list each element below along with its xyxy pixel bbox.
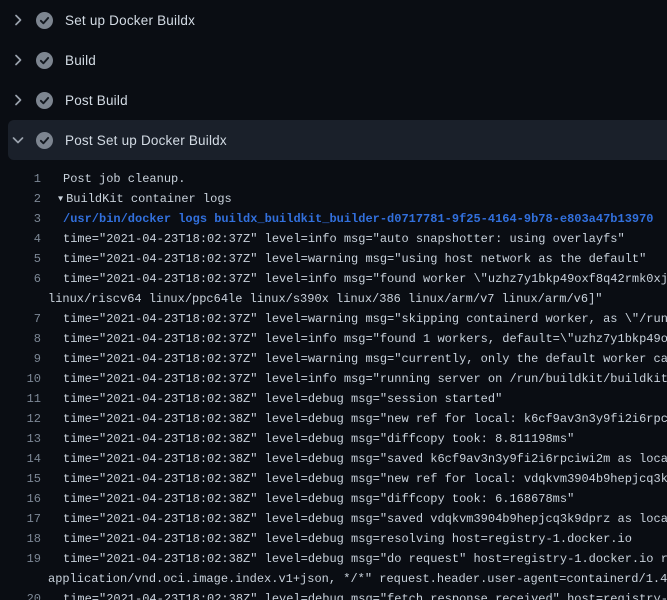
log-line-text: ▼time="2021-04-23T18:02:38Z" level=debug… [41,449,667,469]
log-line-number[interactable]: 17 [0,509,41,529]
log-line-text: ▼application/vnd.oci.image.index.v1+json… [41,569,667,589]
log-line-text: ▼time="2021-04-23T18:02:38Z" level=debug… [41,509,667,529]
chevron-down-icon [10,132,26,148]
log-output: 1 ▼Post job cleanup. 2 ▼BuildKit contain… [0,160,667,600]
step-title: Set up Docker Buildx [65,13,195,28]
log-line-number[interactable]: 14 [0,449,41,469]
log-line: 11 ▼time="2021-04-23T18:02:38Z" level=de… [0,389,667,409]
log-line: 19 ▼time="2021-04-23T18:02:38Z" level=de… [0,549,667,569]
log-line: ▼application/vnd.oci.image.index.v1+json… [0,569,667,589]
log-line-text: ▼/usr/bin/docker logs buildx_buildkit_bu… [41,209,667,229]
step-header[interactable]: Post Build [0,80,667,120]
log-line-number[interactable]: 16 [0,489,41,509]
log-line-number[interactable]: 13 [0,429,41,449]
group-collapse-icon[interactable]: ▼ [58,189,63,209]
log-line-text: ▼time="2021-04-23T18:02:38Z" level=debug… [41,409,667,429]
log-line-text: ▼time="2021-04-23T18:02:38Z" level=debug… [41,489,667,509]
log-line: 6 ▼time="2021-04-23T18:02:37Z" level=inf… [0,269,667,289]
log-line-number[interactable]: 1 [0,169,41,189]
log-line-text: ▼time="2021-04-23T18:02:38Z" level=debug… [41,549,667,569]
log-line-text: ▼time="2021-04-23T18:02:38Z" level=debug… [41,529,667,549]
log-line-number[interactable]: 7 [0,309,41,329]
log-line-text: ▼time="2021-04-23T18:02:37Z" level=warni… [41,349,667,369]
log-line-text: ▼time="2021-04-23T18:02:38Z" level=debug… [41,389,667,409]
log-line-number[interactable]: 18 [0,529,41,549]
chevron-right-icon [10,92,26,108]
log-line-text: ▼time="2021-04-23T18:02:37Z" level=info … [41,229,667,249]
log-line-number[interactable]: 19 [0,549,41,569]
log-line-number[interactable]: 8 [0,329,41,349]
log-line-text: ▼time="2021-04-23T18:02:38Z" level=debug… [41,589,667,600]
step-title: Build [65,53,96,68]
step-header[interactable]: Post Set up Docker Buildx [8,120,667,160]
log-line: 20 ▼time="2021-04-23T18:02:38Z" level=de… [0,589,667,600]
log-line-text: ▼time="2021-04-23T18:02:37Z" level=info … [41,369,667,389]
log-line: 4 ▼time="2021-04-23T18:02:37Z" level=inf… [0,229,667,249]
chevron-right-icon [10,52,26,68]
log-line-text: ▼Post job cleanup. [41,169,667,189]
step-success-check-icon [36,12,53,29]
log-line-number[interactable]: 12 [0,409,41,429]
log-line-number[interactable] [0,289,41,309]
log-line: 12 ▼time="2021-04-23T18:02:38Z" level=de… [0,409,667,429]
log-line: 2 ▼BuildKit container logs [0,189,667,209]
log-line: 3 ▼/usr/bin/docker logs buildx_buildkit_… [0,209,667,229]
log-line-text[interactable]: ▼BuildKit container logs [41,189,667,209]
log-line-text: ▼time="2021-04-23T18:02:38Z" level=debug… [41,429,667,449]
step-header[interactable]: Set up Docker Buildx [0,0,667,40]
log-line: ▼linux/riscv64 linux/ppc64le linux/s390x… [0,289,667,309]
log-line-number[interactable]: 10 [0,369,41,389]
step-success-check-icon [36,132,53,149]
step-success-check-icon [36,52,53,69]
step-title: Post Build [65,93,128,108]
log-line-text: ▼time="2021-04-23T18:02:38Z" level=debug… [41,469,667,489]
log-line-number[interactable]: 6 [0,269,41,289]
log-line-text: ▼time="2021-04-23T18:02:37Z" level=info … [41,269,667,289]
log-line: 18 ▼time="2021-04-23T18:02:38Z" level=de… [0,529,667,549]
chevron-right-icon [10,12,26,28]
log-line: 13 ▼time="2021-04-23T18:02:38Z" level=de… [0,429,667,449]
log-line-number[interactable]: 15 [0,469,41,489]
log-line: 8 ▼time="2021-04-23T18:02:37Z" level=inf… [0,329,667,349]
step-success-check-icon [36,92,53,109]
log-line-number[interactable]: 20 [0,589,41,600]
log-line-text: ▼time="2021-04-23T18:02:37Z" level=info … [41,329,667,349]
log-line-text: ▼time="2021-04-23T18:02:37Z" level=warni… [41,309,667,329]
log-line: 7 ▼time="2021-04-23T18:02:37Z" level=war… [0,309,667,329]
log-line: 17 ▼time="2021-04-23T18:02:38Z" level=de… [0,509,667,529]
log-line-number[interactable]: 5 [0,249,41,269]
log-line: 15 ▼time="2021-04-23T18:02:38Z" level=de… [0,469,667,489]
log-line: 14 ▼time="2021-04-23T18:02:38Z" level=de… [0,449,667,469]
step-title: Post Set up Docker Buildx [65,133,227,148]
log-line: 1 ▼Post job cleanup. [0,169,667,189]
log-line-text: ▼time="2021-04-23T18:02:37Z" level=warni… [41,249,667,269]
log-line-number[interactable]: 9 [0,349,41,369]
log-line: 9 ▼time="2021-04-23T18:02:37Z" level=war… [0,349,667,369]
step-header[interactable]: Build [0,40,667,80]
log-line: 5 ▼time="2021-04-23T18:02:37Z" level=war… [0,249,667,269]
log-line: 16 ▼time="2021-04-23T18:02:38Z" level=de… [0,489,667,509]
log-line: 10 ▼time="2021-04-23T18:02:37Z" level=in… [0,369,667,389]
log-line-number[interactable]: 11 [0,389,41,409]
log-line-number[interactable]: 3 [0,209,41,229]
job-steps-list: Set up Docker Buildx Build Post Build [0,0,667,160]
log-line-number[interactable]: 4 [0,229,41,249]
log-line-number[interactable]: 2 [0,189,41,209]
log-line-text: ▼linux/riscv64 linux/ppc64le linux/s390x… [41,289,667,309]
log-line-number[interactable] [0,569,41,589]
